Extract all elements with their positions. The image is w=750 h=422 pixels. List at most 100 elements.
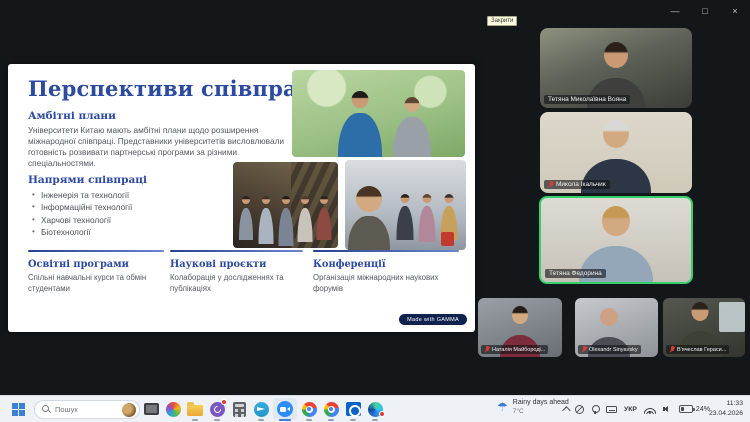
column-heading: Наукові проєкти bbox=[170, 259, 303, 270]
photos-app-icon[interactable] bbox=[163, 398, 183, 420]
search-input[interactable]: Пошук bbox=[34, 400, 140, 419]
participant-name-label: В'ячеслав Гераси... bbox=[666, 345, 729, 354]
red-bag bbox=[441, 232, 454, 246]
outlook-icon bbox=[346, 402, 361, 416]
zoom-app-icon[interactable] bbox=[273, 398, 297, 420]
monitor-app-icon[interactable] bbox=[141, 398, 161, 420]
wifi-icon[interactable] bbox=[644, 405, 656, 414]
participant-name: В'ячеслав Гераси... bbox=[677, 347, 726, 353]
participant-name: Наталія Майбороді... bbox=[492, 347, 545, 353]
participant-name-label: Микола Ікальчик bbox=[544, 180, 610, 189]
volume-icon[interactable] bbox=[663, 405, 672, 414]
bullet-item: Харчові технології bbox=[32, 215, 262, 226]
shared-slide: Перспективи співпраці Амбітні плани Унів… bbox=[8, 64, 475, 332]
made-with-gamma-badge: Made with GAMMA bbox=[399, 314, 467, 325]
outlook-app-icon[interactable] bbox=[343, 398, 363, 420]
umbrella-icon: ☂ bbox=[497, 401, 508, 413]
battery-indicator[interactable]: 24% bbox=[679, 405, 710, 413]
close-tooltip: Закрити bbox=[487, 16, 517, 26]
participant-name: Микола Ікальчик bbox=[556, 181, 606, 188]
slide-column-education: Освітні програми Спільні навчальні курси… bbox=[28, 250, 164, 294]
telegram-icon bbox=[254, 402, 269, 417]
start-button[interactable] bbox=[12, 403, 25, 416]
mic-muted-icon bbox=[581, 346, 587, 353]
tray-chevron-up-icon[interactable] bbox=[562, 406, 570, 414]
bullet-item: Інженерія та технології bbox=[32, 190, 262, 201]
taskbar-icons bbox=[141, 398, 385, 420]
maximize-button[interactable]: □ bbox=[696, 4, 714, 18]
clock[interactable]: 11:33 23.04.2026 bbox=[709, 399, 743, 419]
participant-name-label: Тетяна Федорина bbox=[545, 269, 606, 278]
weather-temp: 7°C bbox=[513, 408, 569, 416]
divider bbox=[170, 250, 303, 252]
video-tile[interactable]: Наталія Майбороді... bbox=[478, 298, 562, 357]
chrome-app-icon[interactable] bbox=[299, 398, 319, 420]
divider bbox=[313, 250, 459, 252]
person-figure bbox=[395, 194, 415, 240]
zoom-icon bbox=[277, 401, 293, 417]
weather-title: Rainy days ahead bbox=[513, 399, 569, 408]
video-tile[interactable]: В'ячеслав Гераси... bbox=[663, 298, 745, 357]
photos-icon bbox=[166, 402, 181, 417]
mic-muted-icon bbox=[669, 346, 675, 353]
touch-keyboard-icon[interactable] bbox=[606, 406, 617, 413]
window-controls: — □ × bbox=[666, 4, 744, 18]
edge-app-icon[interactable] bbox=[365, 398, 385, 420]
participant-name-label: Тетяна Миколаївна Вояна bbox=[544, 95, 630, 104]
search-placeholder: Пошук bbox=[55, 405, 118, 414]
person-figure bbox=[384, 97, 440, 157]
handshake-photo bbox=[292, 70, 465, 157]
close-button[interactable]: × bbox=[726, 4, 744, 18]
clock-date: 23.04.2026 bbox=[709, 409, 743, 419]
slide-heading-ambitions: Амбітні плани bbox=[28, 110, 116, 122]
telegram-app-icon[interactable] bbox=[251, 398, 271, 420]
slide-column-science: Наукові проєкти Колаборація у дослідженн… bbox=[170, 250, 303, 294]
person-figure bbox=[257, 196, 275, 244]
system-tray: УКР 24% bbox=[562, 396, 710, 422]
person-figure bbox=[417, 194, 437, 242]
bullet-item: Біотехнології bbox=[32, 227, 262, 238]
chrome-icon bbox=[302, 402, 317, 417]
column-body: Організація міжнародних наукових форумів bbox=[313, 273, 459, 294]
participant-name: Тетяна Федорина bbox=[549, 270, 602, 277]
person-figure bbox=[237, 196, 255, 240]
group-photo-selfie bbox=[345, 160, 466, 250]
video-tile[interactable]: Тетяна Миколаївна Вояна bbox=[540, 28, 692, 108]
video-tile[interactable]: Микола Ікальчик bbox=[540, 112, 692, 193]
search-icon bbox=[42, 405, 51, 414]
calculator-app-icon[interactable] bbox=[229, 398, 249, 420]
column-body: Колаборація у дослідженнях та публікація… bbox=[170, 273, 303, 294]
chrome-2-app-icon[interactable] bbox=[321, 398, 341, 420]
person-figure bbox=[330, 91, 390, 157]
person-figure bbox=[277, 196, 295, 246]
weather-widget[interactable]: ☂ Rainy days ahead 7°C bbox=[497, 399, 569, 416]
slide-title: Перспективи співпраці bbox=[28, 76, 321, 101]
participant-name: Olexandr Sinyavsky bbox=[589, 347, 638, 353]
file-explorer-app-icon[interactable] bbox=[185, 398, 205, 420]
battery-percent: 24% bbox=[696, 406, 710, 413]
monitor-icon bbox=[144, 403, 159, 415]
language-indicator[interactable]: УКР bbox=[624, 406, 637, 413]
clock-time: 11:33 bbox=[709, 399, 743, 409]
slide-bullet-list: Інженерія та технології Інформаційні тех… bbox=[32, 190, 262, 240]
location-icon[interactable] bbox=[591, 405, 599, 414]
slide-heading-directions: Напрями співпраці bbox=[28, 174, 147, 186]
mic-muted-icon bbox=[484, 346, 490, 353]
meeting-window: — □ × Закрити Перспективи співпраці Амбі… bbox=[0, 0, 750, 422]
person-figure bbox=[347, 186, 391, 250]
group-photo-stairs bbox=[233, 162, 338, 248]
chrome-icon bbox=[324, 402, 339, 417]
battery-icon bbox=[679, 405, 693, 413]
person-figure bbox=[296, 196, 314, 242]
participant-name: Тетяна Миколаївна Вояна bbox=[548, 96, 626, 103]
video-tile-active-speaker[interactable]: Тетяна Федорина bbox=[539, 196, 693, 284]
notification-badge bbox=[221, 399, 227, 405]
minimize-button[interactable]: — bbox=[666, 4, 684, 18]
column-heading: Конференції bbox=[313, 259, 459, 270]
mic-muted-icon bbox=[548, 181, 554, 188]
bluetooth-off-icon[interactable] bbox=[575, 405, 584, 414]
video-tile[interactable]: Olexandr Sinyavsky bbox=[575, 298, 658, 357]
notification-badge bbox=[379, 411, 385, 417]
viber-app-icon[interactable] bbox=[207, 398, 227, 420]
windows-taskbar: Пошук ☂ Rainy days ahead 7°C bbox=[0, 395, 750, 422]
